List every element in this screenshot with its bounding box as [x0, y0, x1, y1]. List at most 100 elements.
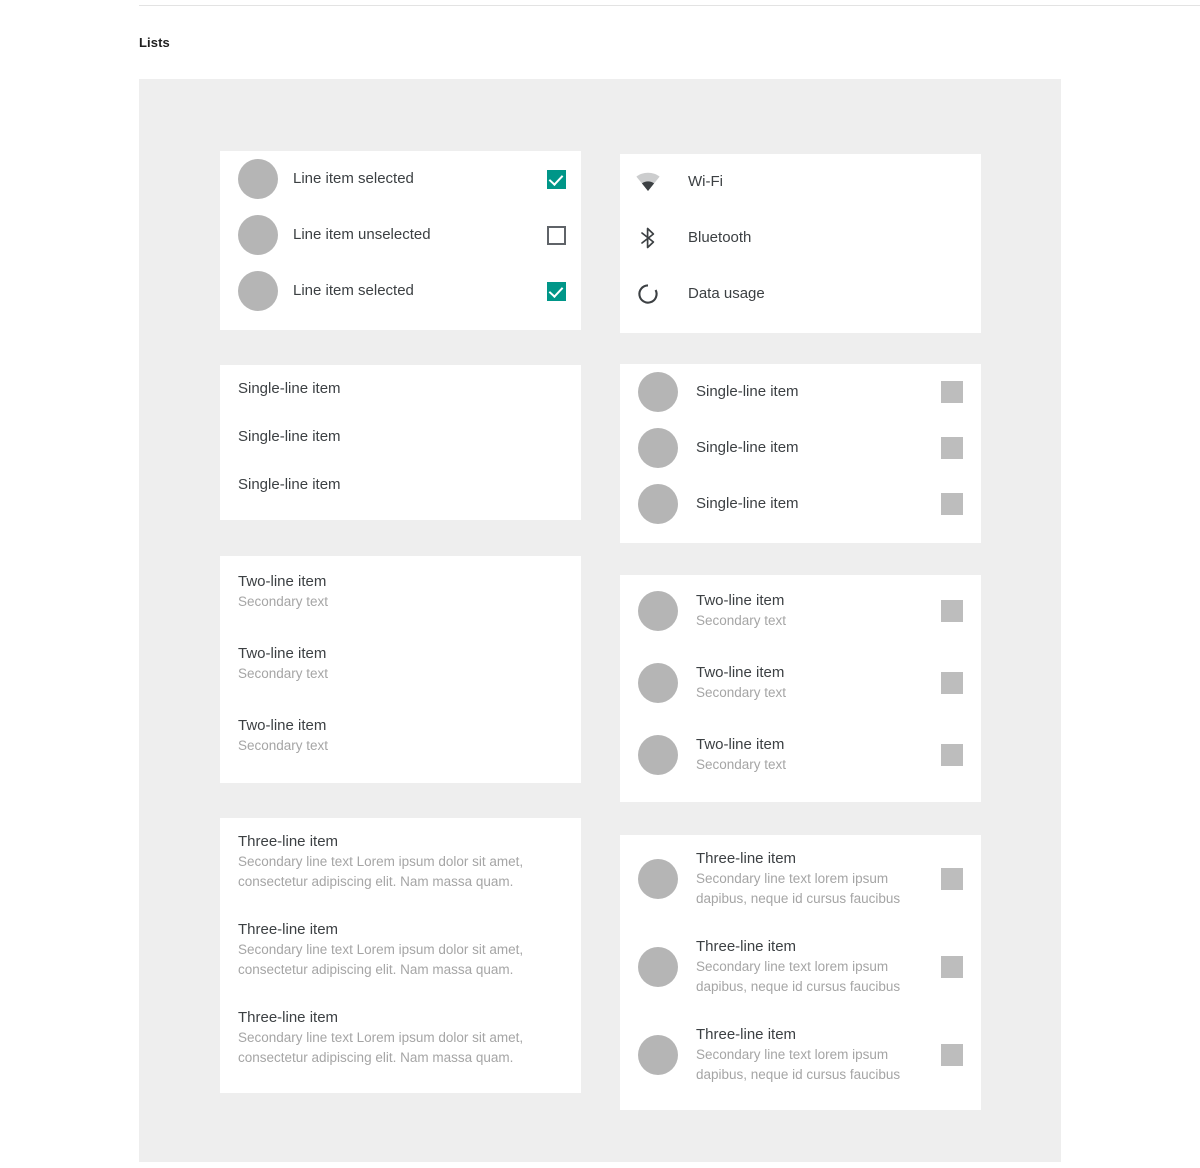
list-item-label: Wi-Fi — [688, 173, 723, 190]
settings-icon-list-card: Wi-Fi Bluetooth Data usage — [620, 154, 981, 333]
list-item-label: Line item selected — [293, 282, 414, 299]
list-item[interactable]: Bluetooth — [620, 210, 981, 266]
list-item[interactable]: Three-line item Secondary line text lore… — [620, 835, 981, 923]
data-usage-icon — [636, 282, 660, 306]
torn-edge — [220, 319, 581, 330]
square-icon[interactable] — [941, 493, 963, 515]
list-item-text: Two-line item Secondary text — [238, 716, 563, 756]
list-item-label: Three-line item — [238, 833, 339, 850]
list-item-secondary: Secondary text — [696, 613, 787, 628]
list-item-secondary: Secondary line text lorem ipsum dapibus,… — [696, 1047, 901, 1082]
two-line-plain-card: Two-line item Secondary text Two-line it… — [220, 556, 581, 783]
list-item-secondary: Secondary text — [238, 666, 329, 681]
two-line-avatar-card: Two-line item Secondary text Two-line it… — [620, 575, 981, 802]
list-item-text: Bluetooth — [660, 228, 963, 248]
checkbox-list-body: Line item selected Line item unselected — [220, 151, 581, 319]
list-item-text: Three-line item Secondary line text Lore… — [238, 920, 563, 980]
list-item[interactable]: Line item unselected — [220, 207, 581, 263]
avatar — [238, 159, 278, 199]
list-item-label: Two-line item — [238, 645, 327, 662]
page-title: Lists — [139, 35, 170, 50]
list-item-label: Bluetooth — [688, 229, 752, 246]
list-item-label: Single-line item — [696, 439, 799, 456]
square-icon[interactable] — [941, 600, 963, 622]
square-icon[interactable] — [941, 956, 963, 978]
list-item[interactable]: Single-line item — [220, 413, 581, 461]
list-item-secondary: Secondary line text Lorem ipsum dolor si… — [238, 854, 524, 889]
list-item-text: Three-line item Secondary line text Lore… — [238, 832, 563, 892]
list-item[interactable]: Wi-Fi — [620, 154, 981, 210]
single-line-plain-card: Single-line item Single-line item Single… — [220, 365, 581, 520]
list-item-label: Three-line item — [238, 921, 339, 938]
torn-edge — [620, 791, 981, 802]
three-line-avatar-body: Three-line item Secondary line text lore… — [620, 835, 981, 1099]
wifi-icon — [636, 170, 660, 194]
list-item-label: Three-line item — [238, 1009, 339, 1026]
list-item-label: Line item selected — [293, 170, 414, 187]
list-item-text: Two-line item Secondary text — [238, 572, 563, 612]
list-item-text: Line item unselected — [278, 225, 547, 245]
torn-edge — [620, 322, 981, 333]
list-item-text: Single-line item — [678, 382, 941, 402]
list-item[interactable]: Single-line item — [620, 420, 981, 476]
list-item[interactable]: Two-line item Secondary text — [620, 575, 981, 647]
square-icon[interactable] — [941, 672, 963, 694]
list-item-label: Two-line item — [696, 736, 785, 753]
list-item-text: Two-line item Secondary text — [238, 644, 563, 684]
list-item[interactable]: Three-line item Secondary line text Lore… — [220, 994, 581, 1082]
torn-edge — [620, 1099, 981, 1110]
list-item[interactable]: Single-line item — [620, 364, 981, 420]
list-item-text: Single-line item — [678, 494, 941, 514]
list-item[interactable]: Two-line item Secondary text — [620, 719, 981, 791]
list-item-text: Three-line item Secondary line text lore… — [678, 937, 941, 997]
square-icon[interactable] — [941, 1044, 963, 1066]
single-line-plain-body: Single-line item Single-line item Single… — [220, 365, 581, 509]
torn-edge — [220, 1082, 581, 1093]
list-item-secondary: Secondary line text Lorem ipsum dolor si… — [238, 1030, 524, 1065]
three-line-plain-body: Three-line item Secondary line text Lore… — [220, 818, 581, 1082]
list-item-text: Line item selected — [278, 169, 547, 189]
list-item[interactable]: Single-line item — [220, 365, 581, 413]
settings-icon-list-body: Wi-Fi Bluetooth Data usage — [620, 154, 981, 322]
list-item[interactable]: Three-line item Secondary line text Lore… — [220, 818, 581, 906]
list-item[interactable]: Three-line item Secondary line text Lore… — [220, 906, 581, 994]
list-item[interactable]: Two-line item Secondary text — [220, 700, 581, 772]
lists-canvas: Line item selected Line item unselected — [139, 79, 1061, 1162]
avatar — [638, 663, 678, 703]
list-item[interactable]: Two-line item Secondary text — [620, 647, 981, 719]
list-item-label: Single-line item — [238, 380, 341, 397]
left-column: Line item selected Line item unselected — [220, 140, 581, 1093]
list-item-text: Wi-Fi — [660, 172, 963, 192]
list-item-secondary: Secondary line text Lorem ipsum dolor si… — [238, 942, 524, 977]
list-item-text: Single-line item — [678, 438, 941, 458]
list-item-text: Three-line item Secondary line text lore… — [678, 1025, 941, 1085]
list-item[interactable]: Line item selected — [220, 151, 581, 207]
list-item[interactable]: Three-line item Secondary line text lore… — [620, 1011, 981, 1099]
list-item[interactable]: Data usage — [620, 266, 981, 322]
list-item-text: Single-line item — [238, 427, 563, 447]
lists-page: Lists Line item selected Line item unsel… — [0, 0, 1200, 1168]
avatar — [638, 859, 678, 899]
checkbox-checked[interactable] — [547, 169, 566, 189]
list-item-secondary: Secondary text — [238, 594, 329, 609]
list-item-label: Two-line item — [696, 664, 785, 681]
square-icon[interactable] — [941, 744, 963, 766]
checkbox-checked[interactable] — [547, 281, 566, 301]
square-icon[interactable] — [941, 437, 963, 459]
list-item[interactable]: Two-line item Secondary text — [220, 628, 581, 700]
list-item[interactable]: Three-line item Secondary line text lore… — [620, 923, 981, 1011]
three-line-avatar-card: Three-line item Secondary line text lore… — [620, 835, 981, 1110]
list-item[interactable]: Line item selected — [220, 263, 581, 319]
list-item[interactable]: Single-line item — [620, 476, 981, 532]
checkbox-unchecked[interactable] — [547, 225, 566, 245]
list-item[interactable]: Single-line item — [220, 461, 581, 509]
list-item-text: Two-line item Secondary text — [678, 591, 941, 631]
square-icon[interactable] — [941, 868, 963, 890]
list-item-label: Three-line item — [696, 1026, 797, 1043]
square-icon[interactable] — [941, 381, 963, 403]
list-item-label: Single-line item — [696, 383, 799, 400]
list-item[interactable]: Two-line item Secondary text — [220, 556, 581, 628]
